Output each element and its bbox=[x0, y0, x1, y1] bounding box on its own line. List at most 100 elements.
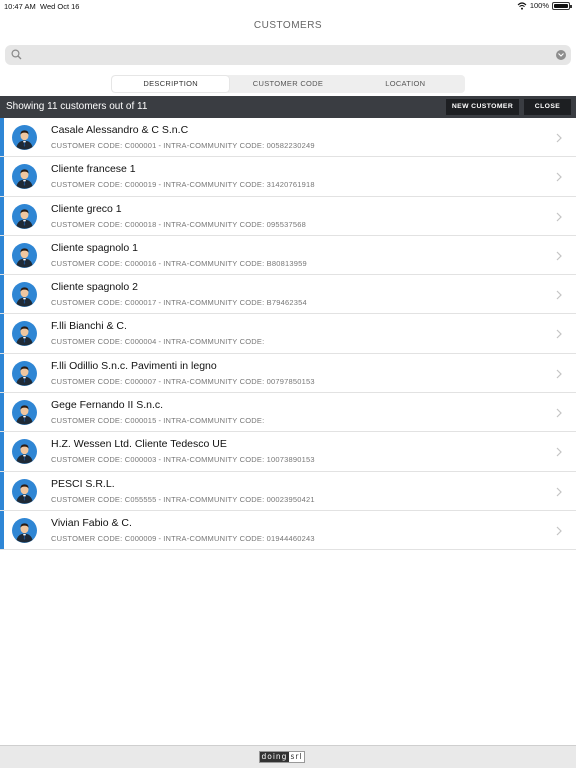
customer-code: CUSTOMER CODE: C000019 bbox=[51, 180, 157, 190]
battery-percent: 100% bbox=[529, 1, 549, 10]
status-date: Wed Oct 16 bbox=[40, 2, 80, 11]
customer-code: CUSTOMER CODE: C000009 bbox=[51, 533, 157, 543]
person-avatar-icon bbox=[12, 242, 37, 268]
intra-community-code: INTRA-COMMUNITY CODE: 00023950421 bbox=[163, 494, 315, 504]
search-icon bbox=[11, 49, 22, 60]
chevron-right-icon bbox=[556, 172, 562, 182]
row-accent-bar bbox=[0, 471, 4, 510]
customer-row[interactable]: Gege Fernando II S.n.c. CUSTOMER CODE: C… bbox=[0, 393, 576, 433]
person-avatar-icon bbox=[12, 164, 37, 190]
customer-codes: CUSTOMER CODE: C000015- INTRA-COMMUNITY C… bbox=[51, 416, 264, 425]
close-button[interactable]: CLOSE bbox=[524, 99, 571, 115]
customer-count: Showing 11 customers out of 11 bbox=[6, 101, 148, 112]
customer-name: H.Z. Wessen Ltd. Cliente Tedesco UE bbox=[51, 438, 227, 451]
customer-name: Cliente spagnolo 2 bbox=[51, 281, 138, 294]
customer-codes: CUSTOMER CODE: C000004- INTRA-COMMUNITY C… bbox=[51, 337, 264, 346]
intra-community-code: INTRA-COMMUNITY CODE: 01944460243 bbox=[163, 533, 315, 543]
chevron-right-icon bbox=[556, 487, 562, 497]
customer-code: CUSTOMER CODE: C000001 bbox=[51, 141, 157, 150]
row-accent-bar bbox=[0, 510, 4, 550]
clear-icon[interactable] bbox=[556, 50, 566, 60]
code-separator: - bbox=[158, 416, 162, 426]
customer-name: PESCI S.R.L. bbox=[51, 477, 115, 490]
customer-name: Cliente greco 1 bbox=[51, 202, 122, 215]
chevron-right-icon bbox=[556, 133, 562, 143]
code-separator: - bbox=[158, 180, 162, 190]
customer-row[interactable]: Cliente spagnolo 2 CUSTOMER CODE: C00001… bbox=[0, 275, 576, 315]
row-accent-bar bbox=[0, 432, 4, 471]
doing-srl-logo: doing srl bbox=[259, 751, 306, 763]
customer-codes: CUSTOMER CODE: C000019- INTRA-COMMUNITY C… bbox=[51, 180, 315, 189]
intra-community-code: INTRA-COMMUNITY CODE: 31420761918 bbox=[163, 180, 315, 190]
status-right: 100% bbox=[517, 1, 572, 10]
customer-codes: CUSTOMER CODE: C000003- INTRA-COMMUNITY C… bbox=[51, 455, 315, 464]
tab-description[interactable]: DESCRIPTION bbox=[112, 76, 230, 92]
new-customer-button[interactable]: NEW CUSTOMER bbox=[446, 99, 519, 115]
chevron-right-icon bbox=[556, 408, 562, 418]
customer-list: Casale Alessandro & C S.n.C CUSTOMER COD… bbox=[0, 118, 576, 551]
customer-codes: CUSTOMER CODE: C000016- INTRA-COMMUNITY C… bbox=[51, 259, 307, 268]
intra-community-code: INTRA-COMMUNITY CODE: 00582230249 bbox=[163, 141, 315, 150]
customer-name: Cliente francese 1 bbox=[51, 163, 136, 176]
customer-code: CUSTOMER CODE: C000015 bbox=[51, 416, 157, 426]
intra-community-code: INTRA-COMMUNITY CODE: bbox=[163, 337, 265, 347]
list-header-bar: Showing 11 customers out of 11 NEW CUSTO… bbox=[0, 96, 576, 118]
customer-name: Casale Alessandro & C S.n.C bbox=[51, 124, 189, 136]
person-avatar-icon bbox=[12, 203, 37, 229]
person-avatar-icon bbox=[12, 517, 37, 543]
intra-community-code: INTRA-COMMUNITY CODE: 00797850153 bbox=[163, 376, 315, 386]
status-time: 10:47 AM bbox=[4, 2, 36, 11]
customer-row[interactable]: Cliente francese 1 CUSTOMER CODE: C00001… bbox=[0, 157, 576, 197]
person-avatar-icon bbox=[12, 282, 37, 308]
customer-row[interactable]: F.lli Odillio S.n.c. Pavimenti in legno … bbox=[0, 353, 576, 394]
customer-codes: CUSTOMER CODE: C000009- INTRA-COMMUNITY C… bbox=[51, 534, 315, 543]
customer-row[interactable]: H.Z. Wessen Ltd. Cliente Tedesco UE CUST… bbox=[0, 432, 576, 472]
code-separator: - bbox=[158, 258, 162, 268]
search-bar[interactable] bbox=[5, 45, 571, 65]
customer-code: CUSTOMER CODE: C000018 bbox=[51, 219, 157, 229]
tab-customer-code[interactable]: CUSTOMER CODE bbox=[229, 76, 346, 92]
customer-name: Gege Fernando II S.n.c. bbox=[51, 399, 164, 412]
customer-codes: CUSTOMER CODE: C055555- INTRA-COMMUNITY C… bbox=[51, 495, 315, 504]
customer-code: CUSTOMER CODE: C055555 bbox=[51, 494, 157, 504]
code-separator: - bbox=[158, 455, 162, 465]
chevron-right-icon bbox=[556, 251, 562, 261]
person-avatar-icon bbox=[12, 321, 37, 347]
person-avatar-icon bbox=[12, 400, 37, 426]
customer-row[interactable]: Cliente spagnolo 1 CUSTOMER CODE: C00001… bbox=[0, 235, 576, 276]
code-separator: - bbox=[158, 494, 162, 504]
customer-row[interactable]: Casale Alessandro & C S.n.C CUSTOMER COD… bbox=[0, 118, 576, 158]
code-separator: - bbox=[158, 141, 162, 150]
customer-code: CUSTOMER CODE: C000016 bbox=[51, 258, 157, 268]
code-separator: - bbox=[158, 376, 162, 386]
customer-code: CUSTOMER CODE: C000003 bbox=[51, 455, 157, 465]
page-title: CUSTOMERS bbox=[253, 20, 323, 31]
customer-row[interactable]: F.lli Bianchi & C. CUSTOMER CODE: C00000… bbox=[0, 314, 576, 354]
customer-row[interactable]: PESCI S.R.L. CUSTOMER CODE: C055555- INTR… bbox=[0, 471, 576, 511]
person-avatar-icon bbox=[12, 478, 37, 504]
person-avatar-icon bbox=[12, 125, 37, 150]
customer-row[interactable]: Cliente greco 1 CUSTOMER CODE: C000018- I… bbox=[0, 196, 576, 236]
customer-name: Cliente spagnolo 1 bbox=[51, 241, 138, 254]
customer-code: CUSTOMER CODE: C000017 bbox=[51, 298, 157, 308]
row-accent-bar bbox=[0, 314, 4, 353]
status-bar: 10:47 AM Wed Oct 16 100% bbox=[0, 0, 576, 12]
intra-community-code: INTRA-COMMUNITY CODE: 095537568 bbox=[163, 219, 307, 229]
code-separator: - bbox=[158, 219, 162, 229]
intra-community-code: INTRA-COMMUNITY CODE: bbox=[163, 416, 265, 426]
code-separator: - bbox=[158, 533, 162, 543]
customer-code: CUSTOMER CODE: C000007 bbox=[51, 376, 157, 386]
code-separator: - bbox=[158, 298, 162, 308]
customer-name: F.lli Bianchi & C. bbox=[51, 320, 127, 333]
row-accent-bar bbox=[0, 393, 4, 432]
code-separator: - bbox=[158, 337, 162, 347]
person-avatar-icon bbox=[12, 360, 37, 386]
intra-community-code: INTRA-COMMUNITY CODE: 10073890153 bbox=[163, 455, 315, 465]
chevron-right-icon bbox=[556, 369, 562, 379]
chevron-right-icon bbox=[556, 290, 562, 300]
search-input[interactable] bbox=[25, 45, 545, 65]
chevron-right-icon bbox=[556, 447, 562, 457]
person-avatar-icon bbox=[12, 439, 37, 465]
customer-row[interactable]: Vivian Fabio & C. CUSTOMER CODE: C000009… bbox=[0, 510, 576, 551]
tab-location[interactable]: LOCATION bbox=[347, 76, 464, 92]
